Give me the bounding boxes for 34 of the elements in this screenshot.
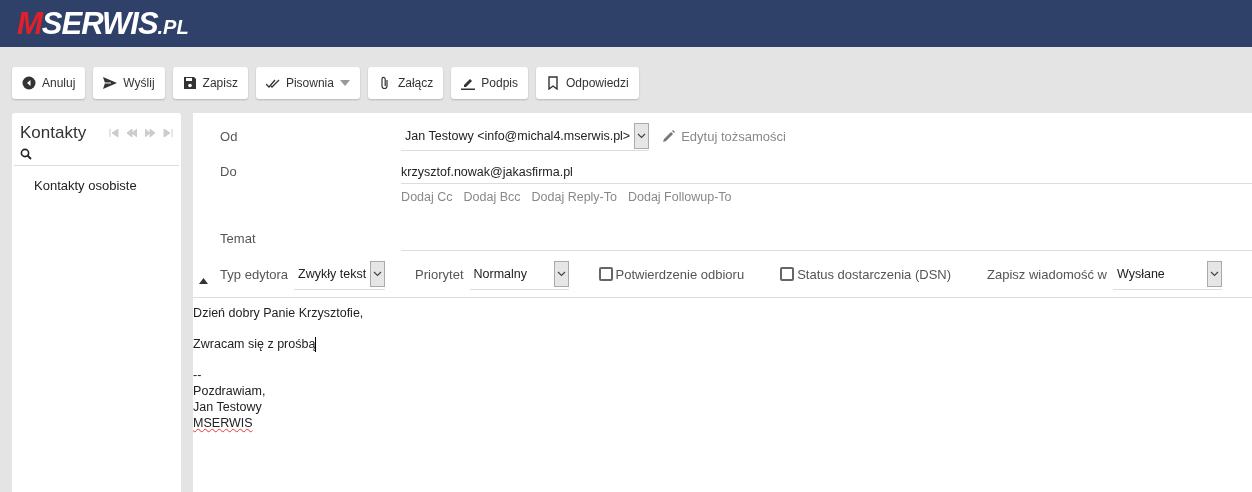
edit-identities-link[interactable]: Edytuj tożsamości	[663, 128, 786, 144]
message-line: --	[193, 367, 202, 384]
option-label: Zapisz wiadomość w	[987, 266, 1107, 282]
message-line: MSERWIS	[193, 415, 253, 432]
select-value: Zwykły tekst	[297, 266, 368, 281]
message-line: Jan Testowy	[193, 399, 262, 416]
checkbox-label: Status dostarczenia (DSN)	[797, 266, 952, 282]
attach-button[interactable]: Załącz	[367, 67, 444, 99]
field-label: Od	[219, 128, 239, 144]
signature-button[interactable]: Podpis	[451, 67, 528, 99]
checkbox-label: Potwierdzenie odbioru	[615, 266, 745, 282]
select-value: Wysłane	[1116, 266, 1166, 281]
sender-select-value: Jan Testowy <info@michal4.mserwis.pl>	[404, 128, 632, 143]
contact-group-item[interactable]: Kontakty osobiste	[12, 166, 182, 205]
field-label: Do	[219, 164, 238, 179]
send-button[interactable]: Wyślij	[93, 67, 165, 99]
logo: MSERWIS.PL	[17, 5, 189, 42]
message-line: Zwracam się z prośbą	[193, 336, 317, 353]
spellcheck-button[interactable]: Pisownia	[255, 67, 360, 99]
select-value: Normalny	[472, 266, 528, 281]
panel-title: Kontakty	[20, 123, 87, 143]
field-label: Temat	[219, 231, 257, 246]
option-label: Typ edytora	[220, 266, 289, 282]
add-header-link[interactable]: Dodaj Bcc	[463, 190, 521, 206]
recipient-field[interactable]: krzysztof.nowak@jakasfirma.pl	[401, 159, 1252, 184]
add-header-link[interactable]: Dodaj Reply-To	[531, 190, 617, 206]
message-line: Dzień dobry Panie Krzysztofie,	[193, 305, 364, 321]
add-header-link[interactable]: Dodaj Cc	[401, 190, 453, 206]
option-label: Priorytet	[415, 266, 464, 282]
save-button[interactable]: Zapisz	[172, 67, 248, 99]
message-line: Pozdrawiam,	[193, 383, 266, 400]
add-header-link[interactable]: Dodaj Followup-To	[628, 190, 732, 206]
cancel-button[interactable]: Anuluj	[12, 67, 86, 99]
responses-button[interactable]: Odpowiedzi	[536, 67, 639, 99]
